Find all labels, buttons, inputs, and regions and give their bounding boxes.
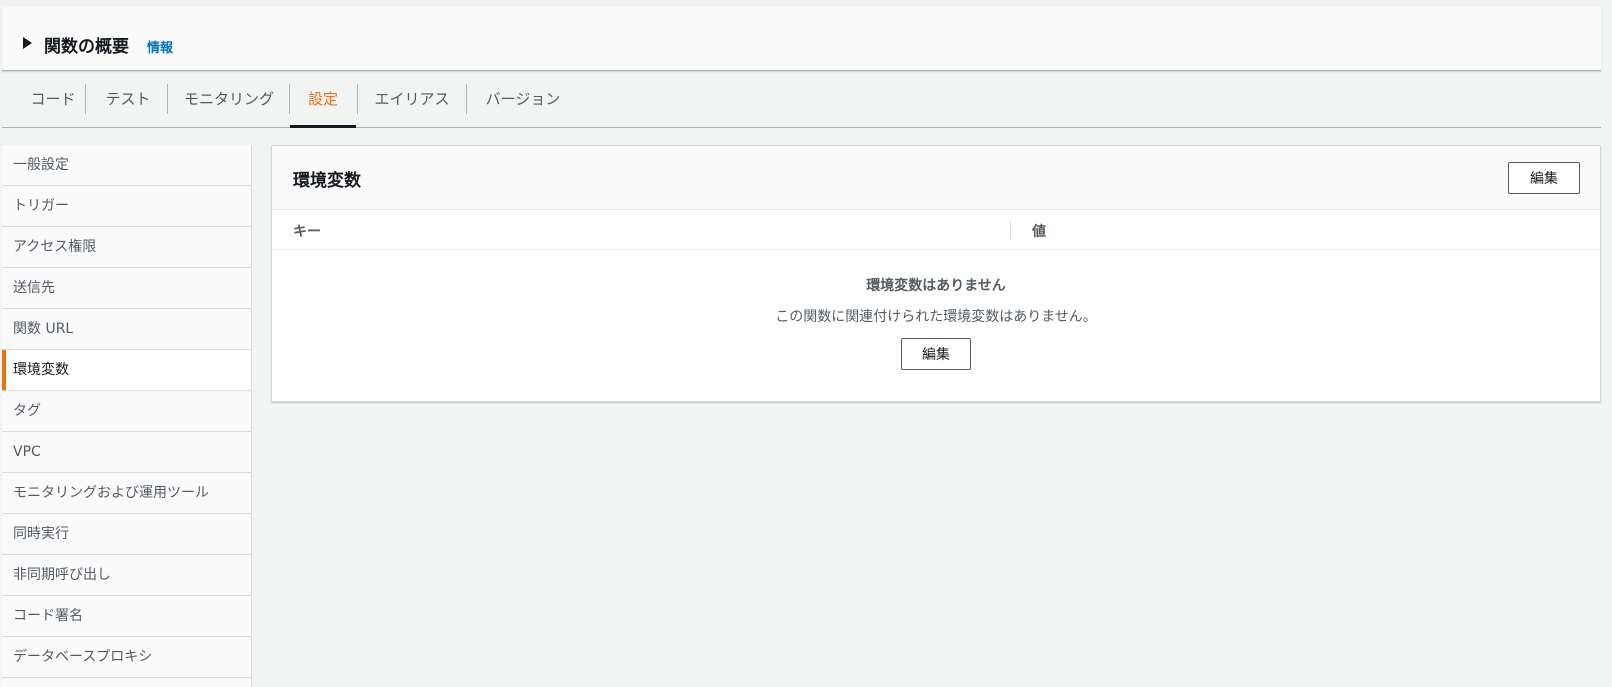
sidebar-item-async-invocation[interactable]: 非同期呼び出し (2, 555, 251, 596)
tab-divider (357, 84, 358, 114)
caret-right-icon[interactable] (23, 37, 32, 49)
sidebar-item-monitoring-tools[interactable]: モニタリングおよび運用ツール (2, 473, 251, 514)
tab-divider (167, 84, 168, 114)
sidebar-item-tags[interactable]: タグ (2, 391, 251, 432)
sidebar-item-vpc[interactable]: VPC (2, 432, 251, 473)
sidebar-item-general-configuration[interactable]: 一般設定 (2, 145, 251, 186)
sidebar-item-function-url[interactable]: 関数 URL (2, 309, 251, 350)
sidebar-item-code-signing[interactable]: コード署名 (2, 596, 251, 637)
empty-state-title: 環境変数はありません (866, 278, 1006, 294)
function-overview-title[interactable]: 関数の概要 (44, 32, 129, 57)
tab-configuration[interactable]: 設定 (290, 72, 356, 128)
configuration-sidebar: 一般設定 トリガー アクセス権限 送信先 関数 URL 環境変数 タグ VPC … (2, 145, 252, 687)
tab-code[interactable]: コード (22, 72, 84, 127)
tab-aliases[interactable]: エイリアス (372, 72, 452, 127)
sidebar-item-permissions[interactable]: アクセス権限 (2, 227, 251, 268)
table-header: キー 値 (272, 210, 1600, 250)
edit-button[interactable]: 編集 (1508, 162, 1580, 194)
environment-variables-panel: 環境変数 編集 キー 値 環境変数はありません この関数に関連付けられた環境変数… (271, 145, 1601, 402)
panel-header: 環境変数 編集 (272, 146, 1600, 210)
tab-versions[interactable]: バージョン (483, 72, 563, 127)
column-header-key: キー (293, 224, 321, 240)
sidebar-item-concurrency[interactable]: 同時実行 (2, 514, 251, 555)
tab-bar: コード テスト モニタリング 設定 エイリアス バージョン (2, 72, 1601, 128)
column-divider (1010, 221, 1011, 239)
function-overview-header[interactable]: 関数の概要 情報 (2, 7, 1601, 71)
info-link[interactable]: 情報 (147, 37, 173, 56)
sidebar-item-database-proxy[interactable]: データベースプロキシ (2, 637, 251, 678)
tab-test[interactable]: テスト (102, 72, 154, 127)
sidebar-item-environment-variables[interactable]: 環境変数 (2, 350, 251, 391)
empty-state-edit-button[interactable]: 編集 (901, 338, 971, 370)
sidebar-item-destinations[interactable]: 送信先 (2, 268, 251, 309)
empty-state: 環境変数はありません この関数に関連付けられた環境変数はありません。 編集 (272, 250, 1600, 400)
sidebar-item-triggers[interactable]: トリガー (2, 186, 251, 227)
tab-monitoring[interactable]: モニタリング (184, 72, 274, 127)
panel-title: 環境変数 (293, 171, 361, 191)
empty-state-description: この関数に関連付けられた環境変数はありません。 (775, 309, 1097, 325)
tab-divider (85, 84, 86, 114)
tab-divider (466, 84, 467, 114)
column-header-value: 値 (1032, 224, 1046, 240)
